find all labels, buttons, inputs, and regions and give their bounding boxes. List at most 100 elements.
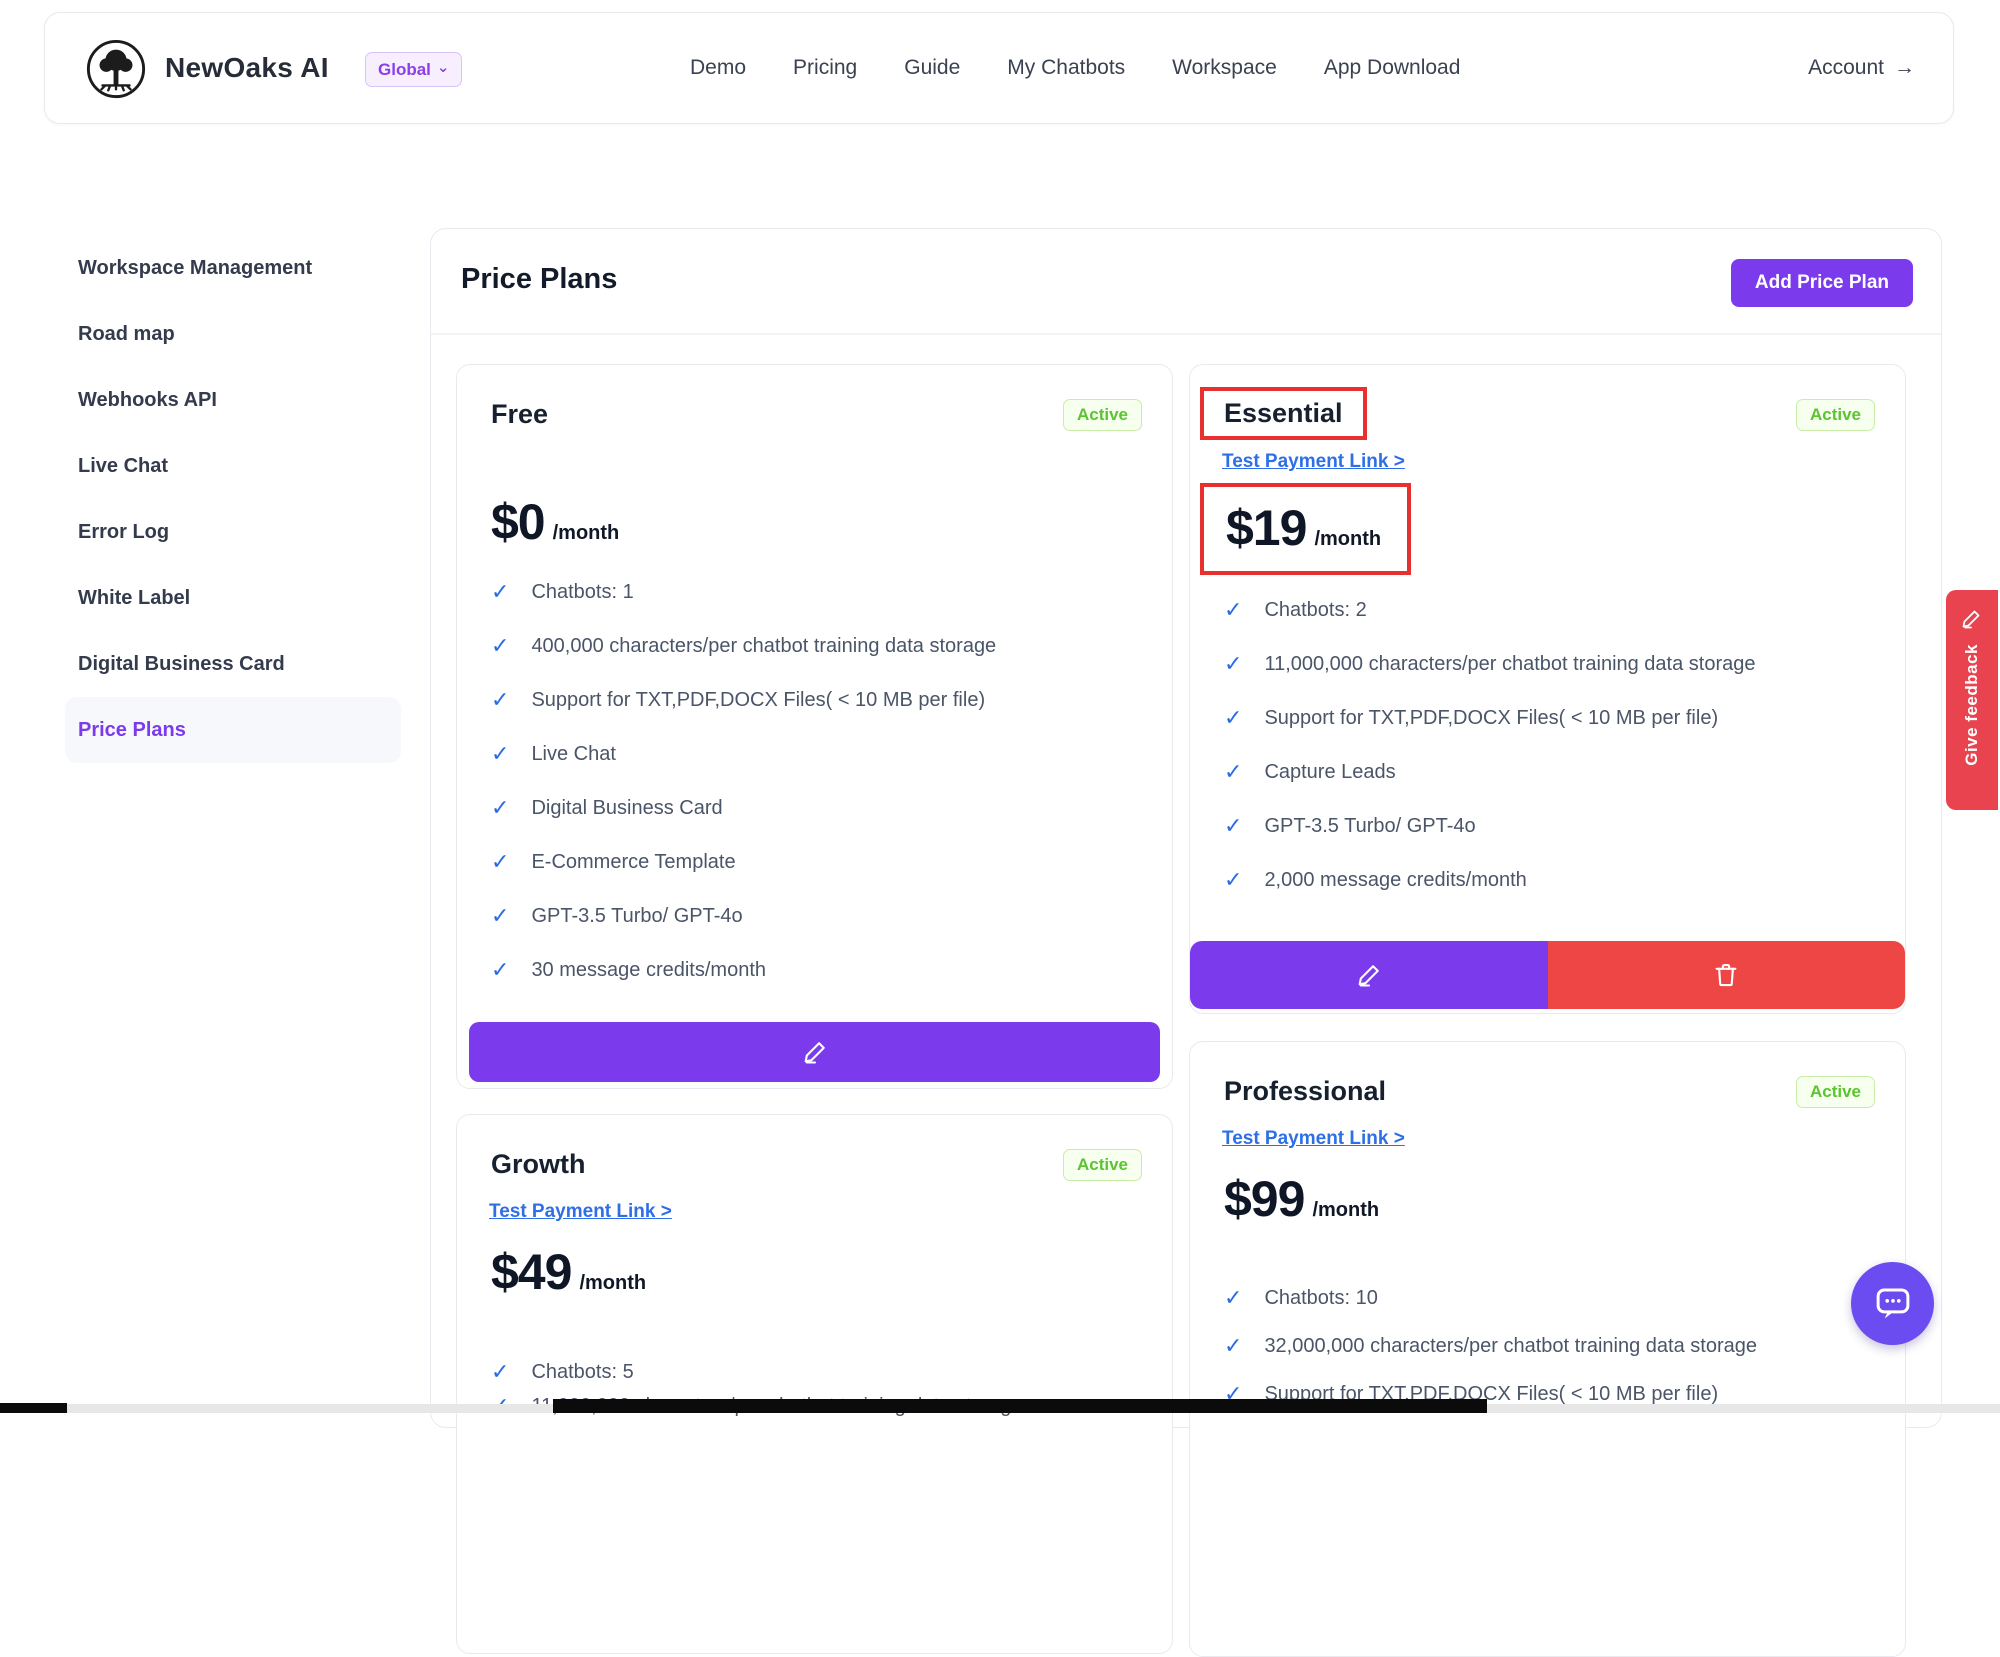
sidebar-item-error-log[interactable]: Error Log <box>78 499 413 565</box>
feature-item: ✓ 400,000 characters/per chatbot training… <box>491 619 996 673</box>
check-icon: ✓ <box>1224 1333 1242 1359</box>
feature-item: ✓ Capture Leads <box>1224 745 1756 799</box>
region-selector[interactable]: Global ⌄ <box>365 52 462 87</box>
feature-item: ✓ Digital Business Card <box>491 781 996 835</box>
check-icon: ✓ <box>491 633 509 659</box>
feature-text: GPT-3.5 Turbo/ GPT-4o <box>1264 815 1475 838</box>
feature-item: ✓Support for TXT,PDF,DOCX Files( < 10 MB… <box>491 673 996 727</box>
check-icon: ✓ <box>491 741 509 767</box>
check-icon: ✓ <box>491 1359 509 1385</box>
feature-text: 32,000,000 characters/per chatbot traini… <box>1264 1335 1757 1358</box>
sidebar-item-live-chat[interactable]: Live Chat <box>78 433 413 499</box>
feature-text: Live Chat <box>531 743 616 766</box>
check-icon: ✓ <box>1224 867 1242 893</box>
give-feedback-tab[interactable]: Give feedback <box>1946 590 1998 810</box>
status-badge: Active <box>1063 1149 1142 1181</box>
sidebar: Workspace Management Road map Webhooks A… <box>78 235 413 763</box>
feedback-label: Give feedback <box>1962 644 1982 766</box>
account-menu[interactable]: Account → <box>1808 13 1915 123</box>
price-amount: $0 <box>491 493 545 551</box>
edit-plan-button[interactable] <box>469 1022 1160 1082</box>
newoaks-tree-logo <box>85 38 147 100</box>
price-amount: $99 <box>1224 1170 1304 1228</box>
feature-item: ✓ GPT-3.5 Turbo/ GPT-4o <box>1224 799 1756 853</box>
pencil-icon <box>1960 606 1984 630</box>
feature-text: 11,000,000 characters/per chatbot traini… <box>1264 653 1755 676</box>
sidebar-item-label: Price Plans <box>78 719 186 742</box>
sidebar-item-price-plans[interactable]: Price Plans <box>65 697 401 763</box>
main-nav: Demo Pricing Guide My Chatbots Workspace… <box>690 13 1460 123</box>
check-icon: ✓ <box>1224 813 1242 839</box>
nav-workspace[interactable]: Workspace <box>1172 56 1277 80</box>
plan-price: $99 /month <box>1224 1170 1379 1228</box>
sidebar-item-webhooks-api[interactable]: Webhooks API <box>78 367 413 433</box>
feature-text: Capture Leads <box>1264 761 1395 784</box>
sidebar-item-white-label[interactable]: White Label <box>78 565 413 631</box>
nav-guide[interactable]: Guide <box>904 56 960 80</box>
test-payment-link[interactable]: Test Payment Link > <box>1222 451 1405 473</box>
delete-plan-button[interactable] <box>1548 941 1906 1009</box>
chat-bubble-icon <box>1872 1283 1914 1325</box>
bottom-black-bar-left <box>0 1403 67 1413</box>
check-icon: ✓ <box>1224 597 1242 623</box>
pencil-icon <box>801 1038 829 1066</box>
check-icon: ✓ <box>1224 759 1242 785</box>
feature-item: ✓ 32,000,000 characters/per chatbot train… <box>1224 1322 1757 1370</box>
region-label: Global <box>378 60 431 80</box>
price-period: /month <box>1312 1199 1379 1222</box>
test-payment-link[interactable]: Test Payment Link > <box>489 1201 672 1223</box>
nav-pricing[interactable]: Pricing <box>793 56 857 80</box>
plan-card-professional: Professional Active Test Payment Link > … <box>1189 1041 1906 1657</box>
feature-text: Chatbots: 10 <box>1264 1287 1377 1310</box>
plan-name: Professional <box>1224 1076 1386 1107</box>
feature-text: Chatbots: 2 <box>1264 599 1366 622</box>
feature-item: ✓2,000 message credits/month <box>1224 853 1756 907</box>
feature-text: Digital Business Card <box>531 797 722 820</box>
sidebar-item-digital-business-card[interactable]: Digital Business Card <box>78 631 413 697</box>
annotation-box-title: Essential <box>1200 387 1367 440</box>
price-period: /month <box>1314 528 1381 551</box>
check-icon: ✓ <box>1224 705 1242 731</box>
feature-list: ✓ Chatbots: 10 ✓ 32,000,000 characters/per… <box>1224 1274 1757 1418</box>
sidebar-item-road-map[interactable]: Road map <box>78 301 413 367</box>
feature-item: ✓30 message credits/month <box>491 943 996 997</box>
nav-app-download[interactable]: App Download <box>1324 56 1461 80</box>
feature-text: GPT-3.5 Turbo/ GPT-4o <box>531 905 742 928</box>
test-payment-link[interactable]: Test Payment Link > <box>1222 1128 1405 1150</box>
edit-plan-button[interactable] <box>1190 941 1548 1009</box>
feature-text: 400,000 characters/per chatbot training … <box>531 635 996 658</box>
price-amount: $49 <box>491 1243 571 1301</box>
chevron-down-icon: ⌄ <box>437 60 450 75</box>
sidebar-item-workspace-management[interactable]: Workspace Management <box>78 235 413 301</box>
feature-item: ✓GPT-3.5 Turbo/ GPT-4o <box>491 889 996 943</box>
annotation-box-price: $19 /month <box>1200 483 1411 575</box>
sidebar-item-label: Live Chat <box>78 455 168 478</box>
plan-name: Free <box>491 399 548 430</box>
feature-list: ✓Chatbots: 1 ✓400,000 characters/per cha… <box>491 565 996 997</box>
feature-text: Support for TXT,PDF,DOCX Files( < 10 MB … <box>531 689 985 712</box>
brand-name: NewOaks AI <box>165 13 329 123</box>
chat-widget-button[interactable] <box>1851 1262 1934 1345</box>
arrow-right-icon: → <box>1894 56 1915 80</box>
feature-text: E-Commerce Template <box>531 851 735 874</box>
check-icon: ✓ <box>491 957 509 983</box>
price-period: /month <box>579 1272 646 1295</box>
top-navigation-bar: NewOaks AI Global ⌄ Demo Pricing Guide M… <box>44 12 1954 124</box>
check-icon: ✓ <box>491 795 509 821</box>
pencil-icon <box>1355 961 1383 989</box>
price-period: /month <box>553 522 620 545</box>
sidebar-item-label: Road map <box>78 323 175 346</box>
feature-list: ✓Chatbots: 5 ✓11,000,000 characters/per … <box>491 1347 1023 1431</box>
plan-price: $0 /month <box>491 493 619 551</box>
feature-text: Chatbots: 5 <box>531 1361 633 1384</box>
sidebar-item-label: Digital Business Card <box>78 653 285 676</box>
check-icon: ✓ <box>491 579 509 605</box>
plan-price: $49 /month <box>491 1243 646 1301</box>
nav-my-chatbots[interactable]: My Chatbots <box>1007 56 1125 80</box>
bottom-black-bar-center <box>553 1399 1487 1413</box>
page-title: Price Plans <box>461 263 617 296</box>
plan-card-free: Free Active $0 /month ✓Chatbots: 1 ✓400,… <box>456 364 1173 1089</box>
add-price-plan-button[interactable]: Add Price Plan <box>1731 259 1913 307</box>
plan-card-essential: Essential Active Test Payment Link > $19… <box>1189 364 1906 1014</box>
nav-demo[interactable]: Demo <box>690 56 746 80</box>
